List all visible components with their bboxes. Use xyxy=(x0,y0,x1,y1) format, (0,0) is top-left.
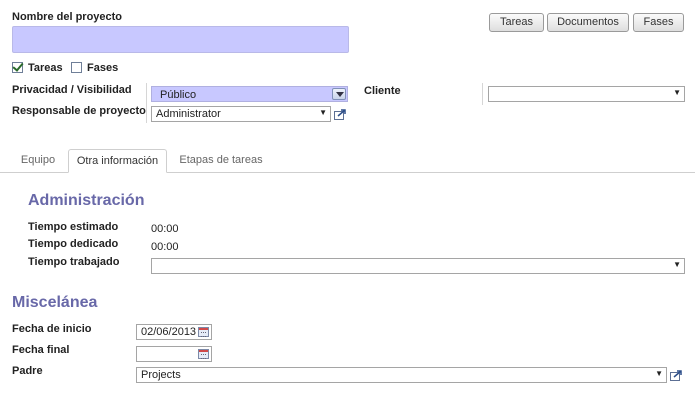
dropdown-arrow-icon: ▼ xyxy=(655,369,663,378)
spent-time-label: Tiempo dedicado xyxy=(28,238,119,250)
field-separator xyxy=(482,83,483,105)
spent-time-value: 00:00 xyxy=(151,241,179,253)
dropdown-arrow-icon: ▼ xyxy=(319,108,327,117)
estimated-time-value: 00:00 xyxy=(151,223,179,235)
fases-checkbox[interactable] xyxy=(71,62,82,73)
project-name-input[interactable] xyxy=(12,26,349,53)
field-separator xyxy=(146,83,147,123)
manager-select[interactable]: Administrator ▼ xyxy=(151,106,331,122)
miscelanea-title: Miscelánea xyxy=(12,294,98,311)
administracion-title: Administración xyxy=(28,192,145,209)
client-select[interactable]: ▼ xyxy=(488,86,685,102)
start-date-value: 02/06/2013 xyxy=(141,326,197,338)
parent-label: Padre xyxy=(12,365,43,377)
privacy-select[interactable]: Público xyxy=(151,86,348,102)
fases-button[interactable]: Fases xyxy=(633,13,684,32)
fases-checkbox-label: Fases xyxy=(87,62,119,74)
tareas-checkbox[interactable] xyxy=(12,62,23,73)
start-date-input[interactable]: 02/06/2013 xyxy=(136,324,212,340)
tab-equipo[interactable]: Equipo xyxy=(12,149,64,173)
start-date-label: Fecha de inicio xyxy=(12,323,92,335)
estimated-time-label: Tiempo estimado xyxy=(28,221,119,233)
external-link-icon[interactable] xyxy=(670,370,683,381)
worked-time-select[interactable]: ▼ xyxy=(151,258,685,274)
tareas-checkbox-label: Tareas xyxy=(28,62,63,74)
privacy-select-value: Público xyxy=(160,89,197,101)
tareas-button[interactable]: Tareas xyxy=(489,13,544,32)
dropdown-arrow-icon[interactable] xyxy=(332,88,346,100)
end-date-label: Fecha final xyxy=(12,344,70,356)
parent-select-value: Projects xyxy=(141,369,181,381)
privacy-label: Privacidad / Visibilidad xyxy=(12,84,132,96)
end-date-input[interactable] xyxy=(136,346,212,362)
dropdown-arrow-icon: ▼ xyxy=(673,88,681,97)
worked-time-label: Tiempo trabajado xyxy=(28,256,120,268)
calendar-icon[interactable] xyxy=(198,327,209,337)
calendar-icon[interactable] xyxy=(198,349,209,359)
client-label: Cliente xyxy=(364,85,401,97)
manager-select-value: Administrator xyxy=(156,108,221,120)
parent-select[interactable]: Projects ▼ xyxy=(136,367,667,383)
external-link-icon[interactable] xyxy=(334,109,347,120)
dropdown-arrow-icon: ▼ xyxy=(673,260,681,269)
tab-otra-informacion[interactable]: Otra información xyxy=(68,149,167,173)
project-name-label: Nombre del proyecto xyxy=(12,11,123,23)
tab-etapas-de-tareas[interactable]: Etapas de tareas xyxy=(172,149,270,173)
manager-label: Responsable de proyecto xyxy=(12,105,146,117)
documentos-button[interactable]: Documentos xyxy=(547,13,629,32)
